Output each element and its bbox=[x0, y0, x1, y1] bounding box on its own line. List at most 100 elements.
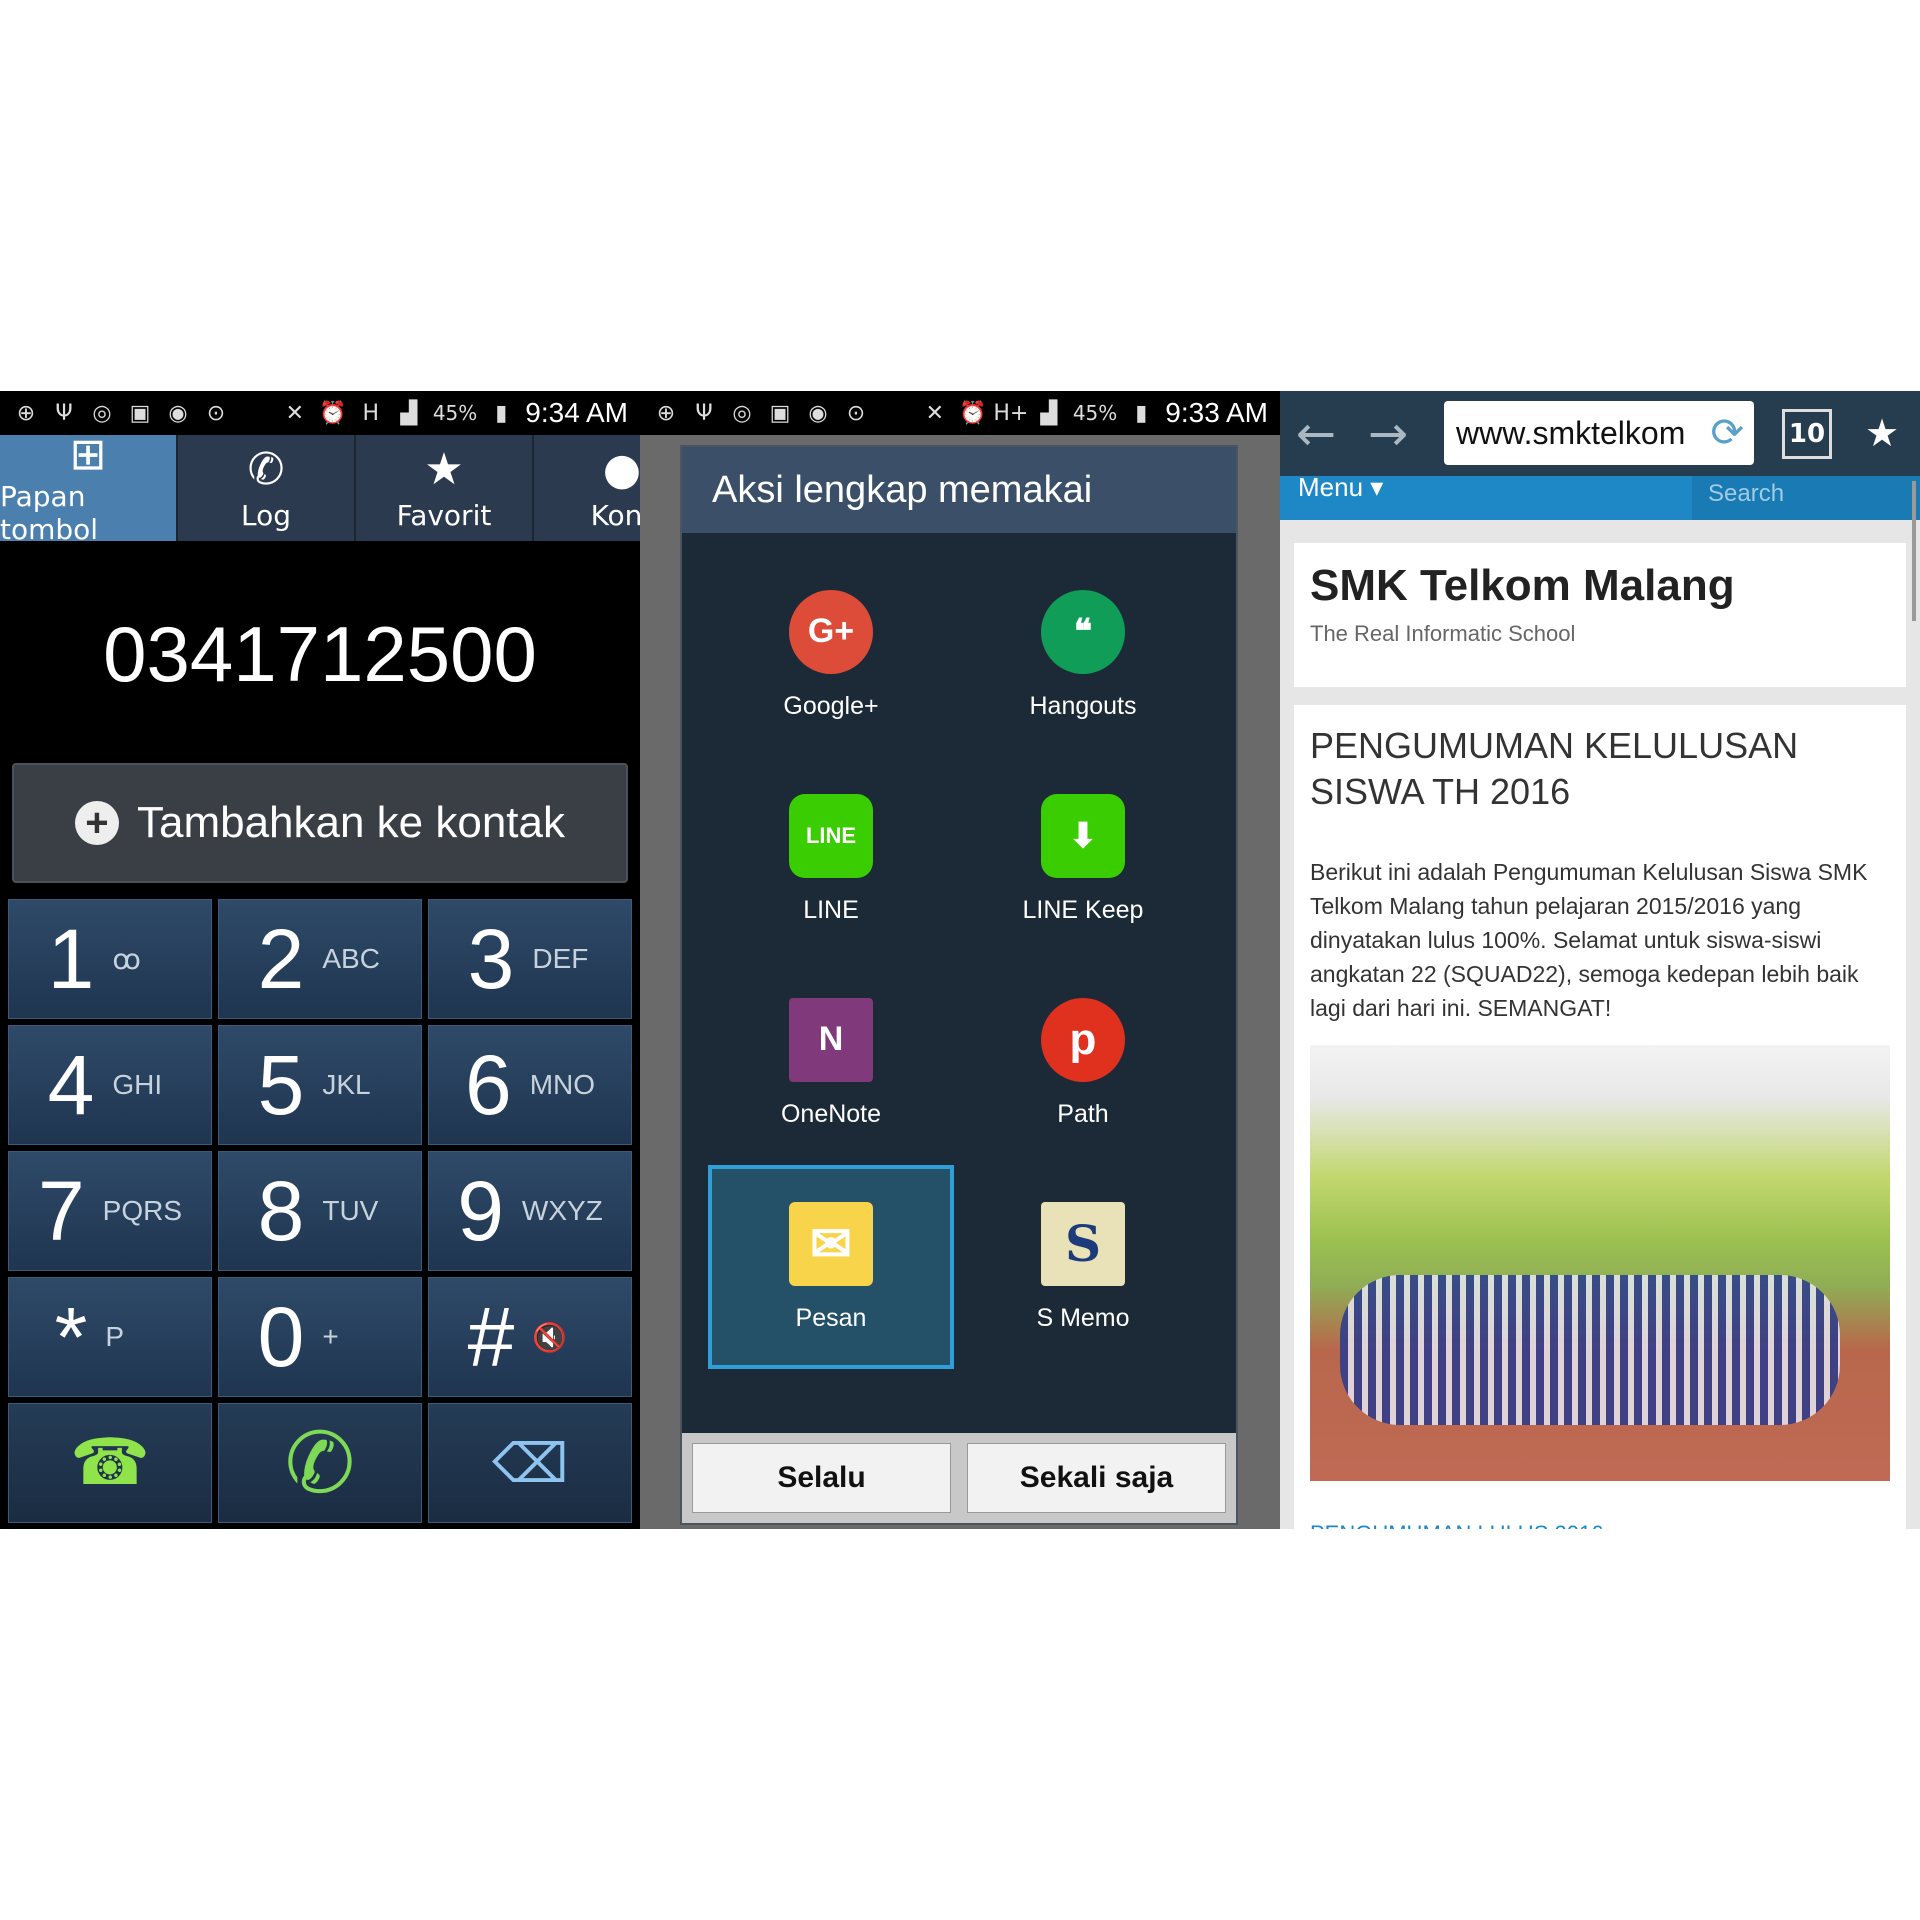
app-s-memo[interactable]: S S Memo bbox=[960, 1165, 1206, 1369]
voicemail-icon: ꝏ bbox=[112, 943, 141, 975]
star-icon: ★ bbox=[424, 443, 464, 495]
mute-icon: ✕ bbox=[925, 400, 945, 426]
key-star[interactable]: * P bbox=[8, 1277, 212, 1397]
site-header: SMK Telkom Malang The Real Informatic Sc… bbox=[1294, 543, 1906, 687]
whatsapp-icon: ◎ bbox=[92, 400, 112, 426]
add-to-contacts-button[interactable]: + Tambahkan ke kontak bbox=[12, 763, 628, 883]
keypad-icon: ⊞ bbox=[69, 429, 107, 480]
chevron-down-icon: ▾ bbox=[1370, 472, 1384, 502]
site-title[interactable]: SMK Telkom Malang bbox=[1310, 561, 1890, 611]
dialog-title: Aksi lengkap memakai bbox=[682, 447, 1236, 533]
key-7[interactable]: 7 PQRS bbox=[8, 1151, 212, 1271]
students-crowd bbox=[1340, 1275, 1840, 1425]
key-5[interactable]: 5 JKL bbox=[218, 1025, 422, 1145]
phone-icon: ✆ bbox=[284, 1414, 356, 1512]
tab-keypad[interactable]: ⊞ Papan tombol bbox=[0, 430, 178, 546]
tab-label: Papan tombol bbox=[0, 480, 99, 546]
tabs-button[interactable]: 10 bbox=[1782, 409, 1832, 459]
backspace-button[interactable]: ⌫ bbox=[428, 1403, 632, 1523]
site-subtitle: The Real Informatic School bbox=[1310, 621, 1576, 646]
share-dialog: Aksi lengkap memakai G+ Google+ ❝ Hangou… bbox=[680, 445, 1238, 1525]
app-onenote[interactable]: N OneNote bbox=[708, 961, 954, 1165]
tab-label: Kont bbox=[590, 498, 640, 532]
tab-log[interactable]: ✆ Log bbox=[178, 435, 356, 541]
mute-icon: ✕ bbox=[285, 400, 305, 426]
video-call-button[interactable]: ☎ bbox=[8, 1403, 212, 1523]
post-footer-link[interactable]: PENGUMUMAN LULUS 2016 bbox=[1310, 1521, 1603, 1529]
hangouts-icon: ❝ bbox=[1041, 589, 1125, 674]
add-icon: ⊕ bbox=[16, 400, 36, 426]
bookmark-icon[interactable]: ★ bbox=[1860, 405, 1904, 461]
call-button[interactable]: ✆ bbox=[218, 1403, 422, 1523]
key-4[interactable]: 4 GHI bbox=[8, 1025, 212, 1145]
dialer-screen: ⊕ Ψ ◎ ▣ ◉ ⊙ ✕ ⏰ H ▟ 45% ▮ 9:34 AM ⊞ Papa… bbox=[0, 391, 640, 1529]
usb-icon: Ψ bbox=[55, 400, 73, 426]
always-button[interactable]: Selalu bbox=[692, 1443, 951, 1513]
gallery-icon: ▣ bbox=[769, 400, 791, 426]
back-button[interactable]: ← bbox=[1280, 391, 1352, 476]
whatsapp-icon: ◎ bbox=[732, 400, 752, 426]
app-grid: G+ Google+ ❝ Hangouts LINE LINE ⬇ LINE K… bbox=[708, 553, 1208, 1369]
alarm-icon: ⏰ bbox=[319, 400, 347, 426]
share-screen: ⊕ Ψ ◎ ▣ ◉ ⊙ ✕ ⏰ H+ ▟ 45% ▮ 9:33 AM Aksi … bbox=[640, 391, 1280, 1529]
status-bar: ⊕ Ψ ◎ ▣ ◉ ⊙ ✕ ⏰ H+ ▟ 45% ▮ 9:33 AM bbox=[640, 391, 1280, 435]
line-keep-icon: ⬇ bbox=[1041, 793, 1125, 878]
call-log-icon: ✆ bbox=[247, 443, 285, 495]
clock: 9:34 AM bbox=[525, 397, 628, 428]
post-card: PENGUMUMAN KELULUSAN SISWA TH 2016 Berik… bbox=[1294, 705, 1906, 1529]
battery-icon: ▮ bbox=[1135, 400, 1148, 426]
dialed-number[interactable]: 0341712500 bbox=[0, 609, 640, 700]
key-1[interactable]: 1ꝏ bbox=[8, 899, 212, 1019]
app-line[interactable]: LINE LINE bbox=[708, 757, 954, 961]
usb-icon: Ψ bbox=[695, 400, 713, 426]
google-plus-icon: G+ bbox=[789, 589, 873, 674]
key-0[interactable]: 0 + bbox=[218, 1277, 422, 1397]
arrow-left-icon: ← bbox=[1295, 405, 1337, 462]
contact-icon: ● bbox=[602, 443, 640, 495]
post-title[interactable]: PENGUMUMAN KELULUSAN SISWA TH 2016 bbox=[1310, 723, 1890, 815]
network-type-icon: H+ bbox=[993, 400, 1029, 426]
key-8[interactable]: 8 TUV bbox=[218, 1151, 422, 1271]
arrow-right-icon: → bbox=[1367, 405, 1409, 462]
s-memo-icon: S bbox=[1041, 1201, 1125, 1286]
key-2[interactable]: 2 ABC bbox=[218, 899, 422, 1019]
post-image bbox=[1310, 1045, 1890, 1481]
forward-button[interactable]: → bbox=[1352, 391, 1424, 476]
mute-icon: 🔇 bbox=[532, 1321, 568, 1353]
add-icon: ⊕ bbox=[656, 400, 676, 426]
key-3[interactable]: 3 DEF bbox=[428, 899, 632, 1019]
site-menu-bar: Menu ▾ Search bbox=[1280, 472, 1920, 520]
tab-contacts[interactable]: ● Kont bbox=[534, 435, 640, 541]
dialer-tabs: ⊞ Papan tombol ✆ Log ★ Favorit ● Kont bbox=[0, 430, 640, 546]
tab-favorites[interactable]: ★ Favorit bbox=[356, 435, 534, 541]
video-call-icon: ☎ bbox=[70, 1426, 150, 1500]
camera-icon: ⊙ bbox=[206, 400, 226, 426]
app-path[interactable]: p Path bbox=[960, 961, 1206, 1165]
tab-label: Favorit bbox=[396, 498, 492, 532]
app-line-keep[interactable]: ⬇ LINE Keep bbox=[960, 757, 1206, 961]
browser-toolbar: ← → www.smktelkom ⟳ 10 ★ bbox=[1280, 391, 1920, 476]
menu-dropdown[interactable]: Menu ▾ bbox=[1298, 472, 1383, 503]
app-google-plus[interactable]: G+ Google+ bbox=[708, 553, 954, 757]
url-field[interactable]: www.smktelkom ⟳ bbox=[1444, 401, 1754, 465]
backspace-icon: ⌫ bbox=[491, 1431, 569, 1495]
url-text: www.smktelkom bbox=[1456, 414, 1686, 451]
key-hash[interactable]: # 🔇 bbox=[428, 1277, 632, 1397]
dialog-buttons: Selalu Sekali saja bbox=[682, 1433, 1236, 1523]
line-icon: LINE bbox=[789, 793, 873, 878]
app-hangouts[interactable]: ❝ Hangouts bbox=[960, 553, 1206, 757]
path-icon: p bbox=[1041, 997, 1125, 1082]
refresh-icon[interactable]: ⟳ bbox=[1710, 410, 1744, 456]
clock: 9:33 AM bbox=[1165, 397, 1268, 428]
gallery-icon: ▣ bbox=[129, 400, 151, 426]
just-once-button[interactable]: Sekali saja bbox=[967, 1443, 1226, 1513]
app-pesan[interactable]: ✉ Pesan bbox=[708, 1165, 954, 1369]
network-type-icon: H bbox=[362, 400, 380, 426]
key-6[interactable]: 6 MNO bbox=[428, 1025, 632, 1145]
add-to-contacts-label: Tambahkan ke kontak bbox=[136, 798, 566, 847]
battery-percent: 45% bbox=[1072, 401, 1118, 425]
key-9[interactable]: 9 WXYZ bbox=[428, 1151, 632, 1271]
plus-circle-icon: + bbox=[74, 801, 119, 845]
search-input[interactable]: Search bbox=[1692, 476, 1920, 520]
scrollbar[interactable] bbox=[1912, 481, 1916, 621]
